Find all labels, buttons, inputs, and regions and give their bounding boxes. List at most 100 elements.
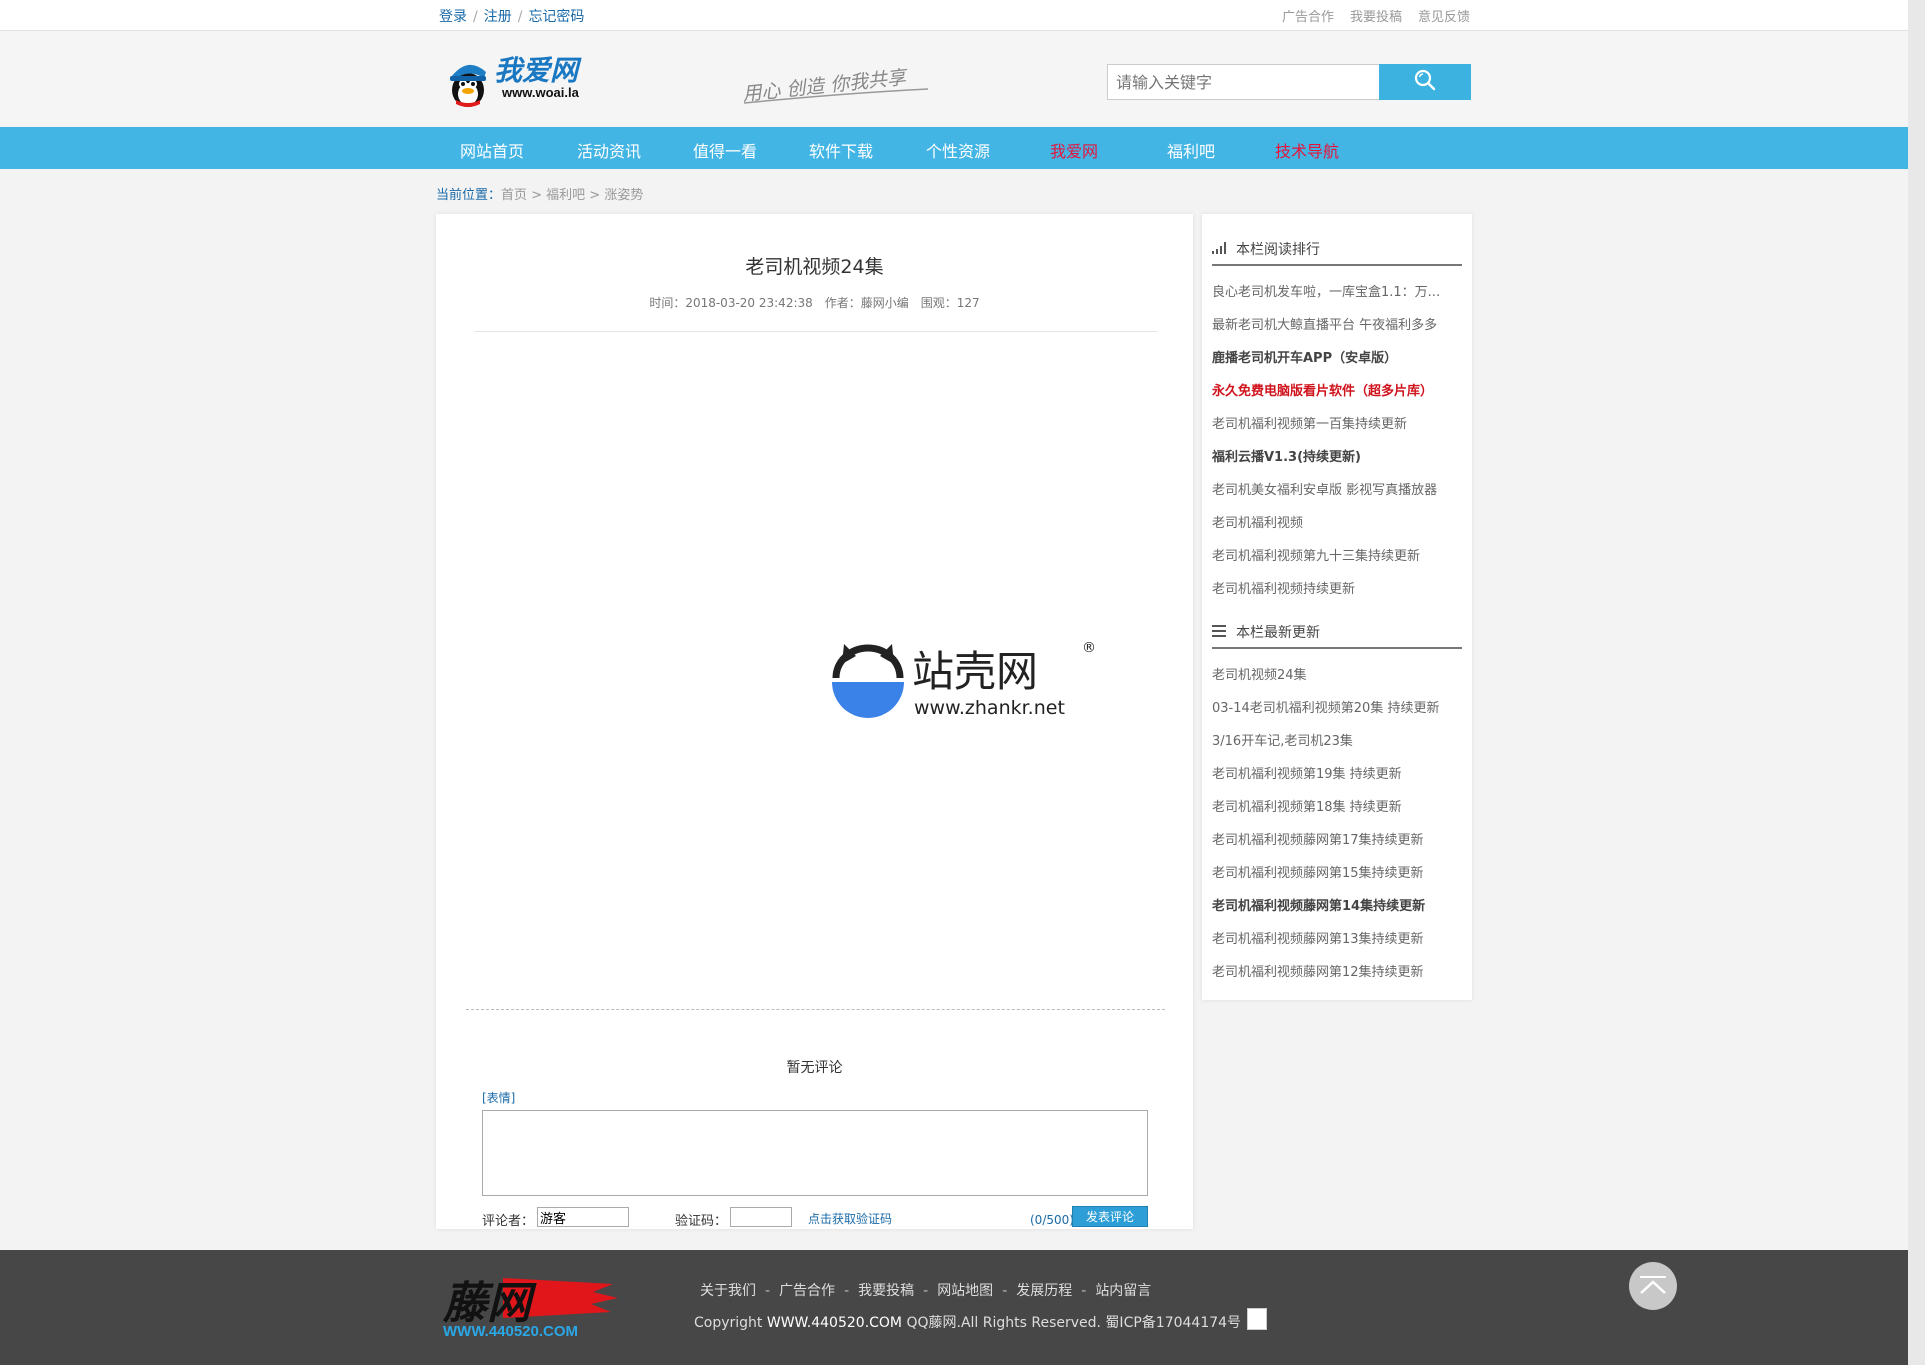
guestbook-link[interactable]: 站内留言 (1095, 1283, 1151, 1299)
copyright-text: QQ藤网.All Rights Reserved. 蜀ICP备17044174号 (906, 1315, 1242, 1331)
list-item[interactable]: 老司机福利视频第一百集持续更新 (1212, 408, 1467, 441)
separator: - (765, 1283, 771, 1299)
search-button[interactable] (1379, 64, 1471, 100)
copyright-site[interactable]: WWW.440520.COM (767, 1315, 902, 1331)
list-item[interactable]: 老司机福利视频藤网第13集持续更新 (1212, 923, 1467, 956)
separator: / (517, 9, 523, 25)
list-item[interactable]: 良心老司机发车啦，一库宝盒1.1：万... (1212, 276, 1467, 309)
separator: - (1002, 1283, 1008, 1299)
site-logo[interactable]: 我爱网 www.woai.la (446, 50, 606, 110)
search-input[interactable] (1107, 64, 1379, 100)
watermark-name: 站壳网 (912, 647, 1038, 696)
captcha-label: 验证码： (675, 1214, 728, 1229)
copyright-prefix: Copyright (694, 1315, 763, 1331)
list-item[interactable]: 老司机福利视频持续更新 (1212, 573, 1467, 606)
nav-item-fuli[interactable]: 福利吧 (1167, 138, 1215, 162)
article-meta: 时间：2018-03-20 23:42:38 作者：藤网小编 围观：127 (436, 294, 1193, 311)
list-item[interactable]: 老司机福利视频藤网第12集持续更新 (1212, 956, 1467, 989)
vertical-scrollbar[interactable] (1908, 0, 1925, 1365)
slogan: 用心 创造 你我共享 (738, 53, 968, 113)
slogan-text: 用心 创造 你我共享 (741, 66, 909, 105)
register-link[interactable]: 注册 (484, 9, 512, 25)
nav-item-resources[interactable]: 个性资源 (926, 138, 990, 162)
ranking-title: 本栏阅读排行 (1236, 242, 1320, 258)
list-item[interactable]: 最新老司机大鲸直播平台 午夜福利多多 (1212, 309, 1467, 342)
breadcrumb-path[interactable]: 首页 > 福利吧 > 涨姿势 (501, 188, 643, 203)
forgot-password-link[interactable]: 忘记密码 (528, 9, 584, 25)
list-item[interactable]: 永久免费电脑版看片软件（超多片库） (1212, 375, 1467, 408)
article-title: 老司机视频24集 (745, 256, 884, 278)
account-links: 登录 / 注册 / 忘记密码 (439, 6, 584, 26)
latest-title: 本栏最新更新 (1236, 625, 1320, 641)
footer: 藤网 WWW.440520.COM 关于我们 - 广告合作 - 我要投稿 - 网站地图 - 发展… (0, 1250, 1908, 1365)
list-item[interactable]: 老司机福利视频第九十三集持续更新 (1212, 540, 1467, 573)
ad-cooperation-link[interactable]: 广告合作 (1282, 10, 1334, 25)
list-item[interactable]: 3/16开车记,老司机23集 (1212, 725, 1467, 758)
list-item[interactable]: 老司机福利视频第19集 持续更新 (1212, 758, 1467, 791)
list-item[interactable]: 鹿播老司机开车APP（安卓版） (1212, 342, 1467, 375)
divider (474, 331, 1157, 332)
top-bar: 登录 / 注册 / 忘记密码 广告合作 我要投稿 意见反馈 (0, 0, 1908, 31)
list-item[interactable]: 老司机福利视频藤网第15集持续更新 (1212, 857, 1467, 890)
list-item[interactable]: 老司机福利视频藤网第14集持续更新 (1212, 890, 1467, 923)
nav-item-home[interactable]: 网站首页 (460, 138, 524, 162)
separator: - (1081, 1283, 1087, 1299)
back-to-top-button[interactable] (1629, 1262, 1677, 1310)
signal-bars-icon (1212, 242, 1228, 258)
breadcrumb: 当前位置：首页 > 福利吧 > 涨姿势 (436, 184, 643, 203)
separator: - (923, 1283, 929, 1299)
footer-logo-url: WWW.440520.COM (443, 1323, 578, 1340)
footer-logo-text: 藤网 (443, 1278, 537, 1329)
watermark-reg: ® (1082, 640, 1096, 656)
no-comments-text: 暂无评论 (786, 1060, 843, 1076)
commenter-input[interactable] (537, 1207, 629, 1227)
captcha-input[interactable] (730, 1207, 792, 1227)
search-icon (1413, 68, 1437, 96)
breadcrumb-label: 当前位置： (436, 188, 502, 203)
comment-form-row: 评论者： 验证码： 点击获取验证码 (0/500) 发表评论 (482, 1206, 1148, 1230)
watermark-image: 站壳网 ® www.zhankr.net (828, 634, 1098, 724)
submit-link[interactable]: 我要投稿 (858, 1283, 914, 1299)
search-form (1107, 64, 1471, 100)
list-icon (1212, 625, 1226, 641)
about-link[interactable]: 关于我们 (700, 1283, 756, 1299)
list-item[interactable]: 老司机视频24集 (1212, 659, 1467, 692)
list-item[interactable]: 老司机福利视频藤网第17集持续更新 (1212, 824, 1467, 857)
history-link[interactable]: 发展历程 (1016, 1283, 1072, 1299)
ranking-heading: 本栏阅读排行 (1212, 234, 1462, 266)
submit-comment-button[interactable]: 发表评论 (1072, 1206, 1148, 1227)
ranking-list: 良心老司机发车啦，一库宝盒1.1：万... 最新老司机大鲸直播平台 午夜福利多多… (1212, 276, 1467, 606)
footer-logo[interactable]: 藤网 WWW.440520.COM (442, 1270, 623, 1340)
submit-article-link[interactable]: 我要投稿 (1350, 10, 1402, 25)
comment-textarea[interactable] (482, 1110, 1148, 1196)
main-nav: 网站首页 活动资讯 值得一看 软件下载 个性资源 我爱网 福利吧 技术导航 (0, 127, 1908, 169)
list-item[interactable]: 福利云播V1.3(持续更新) (1212, 441, 1467, 474)
login-link[interactable]: 登录 (439, 9, 467, 25)
dashed-divider (466, 1009, 1165, 1010)
nav-item-worth-seeing[interactable]: 值得一看 (693, 138, 757, 162)
list-item[interactable]: 老司机美女福利安卓版 影视写真播放器 (1212, 474, 1467, 507)
feedback-link[interactable]: 意见反馈 (1418, 10, 1470, 25)
nav-item-software[interactable]: 软件下载 (809, 138, 873, 162)
sidebar: 本栏阅读排行 良心老司机发车啦，一库宝盒1.1：万... 最新老司机大鲸直播平台… (1202, 214, 1472, 1000)
sitemap-link[interactable]: 网站地图 (937, 1283, 993, 1299)
ad-link[interactable]: 广告合作 (779, 1283, 835, 1299)
chevron-up-icon (1638, 1273, 1668, 1299)
nav-item-woai[interactable]: 我爱网 (1050, 138, 1098, 162)
article-author: 作者：藤网小编 (824, 296, 909, 310)
list-item[interactable]: 老司机福利视频 (1212, 507, 1467, 540)
header: 我爱网 www.woai.la 用心 创造 你我共享 (0, 31, 1908, 127)
logo-text: 我爱网 (494, 55, 582, 86)
article-time: 时间：2018-03-20 23:42:38 (649, 296, 813, 310)
separator: - (844, 1283, 850, 1299)
latest-list: 老司机视频24集 03-14老司机福利视频第20集 持续更新 3/16开车记,老… (1212, 659, 1467, 989)
nav-item-news[interactable]: 活动资讯 (577, 138, 641, 162)
get-captcha-link[interactable]: 点击获取验证码 (808, 1210, 892, 1227)
nav-item-tech-nav[interactable]: 技术导航 (1275, 138, 1339, 162)
stats-badge-icon[interactable] (1247, 1308, 1268, 1330)
latest-heading: 本栏最新更新 (1212, 617, 1462, 649)
list-item[interactable]: 03-14老司机福利视频第20集 持续更新 (1212, 692, 1467, 725)
watermark-url: www.zhankr.net (914, 697, 1065, 719)
emoji-link[interactable]: [表情] (482, 1089, 515, 1106)
list-item[interactable]: 老司机福利视频第18集 持续更新 (1212, 791, 1467, 824)
